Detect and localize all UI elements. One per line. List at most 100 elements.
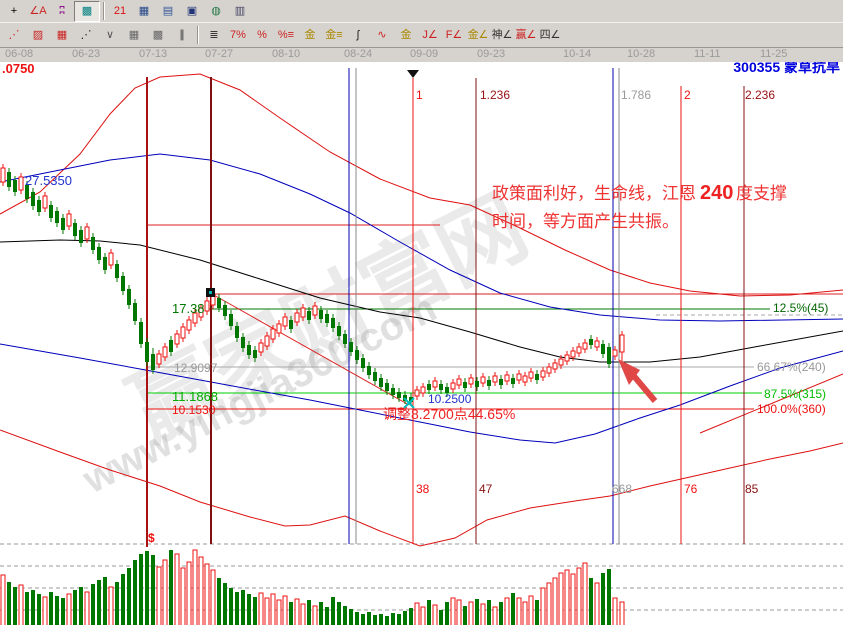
candle-body-down xyxy=(121,276,125,291)
candle-body-down xyxy=(241,337,245,348)
volume-bar-up xyxy=(205,564,209,625)
candle-body-down xyxy=(133,303,137,321)
pattern-tool-icon: ▩ xyxy=(82,6,92,17)
volume-bar-down xyxy=(139,554,143,625)
volume-bar-down xyxy=(97,580,101,625)
candle-body-down xyxy=(397,392,401,398)
crosshair-tool-button[interactable]: + xyxy=(2,2,26,21)
volume-bar-down xyxy=(427,600,431,625)
pct-label-12-5: 12.5%(45) xyxy=(773,301,828,315)
volume-bar-down xyxy=(487,600,491,625)
gold-up-tool-button[interactable]: 金 xyxy=(394,26,418,45)
percent-t-tool-button[interactable]: 7% xyxy=(226,26,250,45)
candle-body-up xyxy=(19,177,23,190)
parallel-lines-tool-button[interactable]: ∥ xyxy=(170,26,194,45)
candle-body-up xyxy=(313,306,317,315)
grid-a-tool-button[interactable]: ▦ xyxy=(122,26,146,45)
volume-bar-down xyxy=(73,590,77,625)
gold-angle-tool-button[interactable]: 金∠ xyxy=(466,26,490,45)
candle-body-up xyxy=(205,301,209,311)
speed-lines-tool-button[interactable]: ⋰ xyxy=(74,26,98,45)
ying-angle-tool-button[interactable]: 赢∠ xyxy=(514,26,538,45)
candle-body-up xyxy=(571,351,575,357)
volume-bar-up xyxy=(277,600,281,625)
candle-body-up xyxy=(271,329,275,339)
volume-bar-down xyxy=(409,608,413,625)
candle-body-up xyxy=(67,214,71,226)
pattern-tool-button[interactable]: ▩ xyxy=(74,1,100,22)
candle-body-up xyxy=(277,324,281,333)
candle-body-up xyxy=(433,381,437,387)
volume-bar-down xyxy=(133,560,137,625)
gann-fan-tool-button[interactable]: ⋰ xyxy=(2,26,26,45)
candle-body-up xyxy=(517,374,521,380)
compass-tool-button[interactable]: ∠A xyxy=(26,2,50,21)
volume-bar-up xyxy=(541,588,545,625)
volume-bar-down xyxy=(241,590,245,625)
price-label-10-1530: 10.1530 xyxy=(172,403,216,417)
volume-bar-up xyxy=(199,557,203,625)
gann-box-tool-button[interactable]: ▨ xyxy=(26,26,50,45)
candle-body-down xyxy=(343,334,347,344)
candle-body-down xyxy=(511,378,515,384)
si-angle-tool-button[interactable]: 四∠ xyxy=(538,26,562,45)
volume-bar-up xyxy=(547,583,551,625)
wave-tool-button[interactable]: ∿ xyxy=(370,26,394,45)
price-label-12-9097: 12.9097 xyxy=(174,361,218,375)
count-label-76: 76 xyxy=(684,482,698,496)
keypad-tool-button[interactable]: ▦ xyxy=(132,2,156,21)
toolbar-separator xyxy=(103,2,105,20)
candle-body-up xyxy=(283,317,287,326)
volume-bar-down xyxy=(235,592,239,625)
gold-lines-tool-button[interactable]: 金≡ xyxy=(322,26,346,45)
candle-body-up xyxy=(583,343,587,349)
volume-bar-up xyxy=(469,602,473,625)
chart-canvas[interactable]: 赢家财富网www.yingjia360.com.0750300355 蒙草抗旱1… xyxy=(0,62,843,625)
count-label-668: 668 xyxy=(612,482,632,496)
notes-tool-button[interactable]: ▤ xyxy=(156,2,180,21)
percent-lines-tool-button[interactable]: %≡ xyxy=(274,26,298,45)
percent-tool-button[interactable]: % xyxy=(250,26,274,45)
flag-tool-button[interactable]: ʭ xyxy=(50,2,74,21)
volume-bar-down xyxy=(367,612,371,625)
shen-angle-tool-button[interactable]: 神∠ xyxy=(490,26,514,45)
print-tool-button[interactable]: ▥ xyxy=(228,2,252,21)
candle-body-up xyxy=(421,387,425,393)
gann-grid-tool-icon: ▦ xyxy=(57,30,67,41)
candle-body-down xyxy=(367,366,371,375)
save-tool-button[interactable]: ▣ xyxy=(180,2,204,21)
candle-body-up xyxy=(187,320,191,330)
candle-body-up xyxy=(493,376,497,382)
calendar-21-tool-button[interactable]: 21 xyxy=(108,2,132,21)
globe-mail-tool-button[interactable]: ◍ xyxy=(204,2,228,21)
gold-up-tool-icon: 金 xyxy=(401,30,412,41)
volume-bar-down xyxy=(607,569,611,625)
candle-body-up xyxy=(559,359,563,365)
f-angle-tool-button[interactable]: F∠ xyxy=(442,26,466,45)
fib-list-tool-button[interactable]: ≣ xyxy=(202,26,226,45)
gann-fan-tool-icon: ⋰ xyxy=(9,30,20,41)
candle-body-down xyxy=(355,350,359,360)
volume-bar-down xyxy=(325,607,329,625)
fib-time-label-1-236: 1.236 xyxy=(480,88,510,102)
candle-body-down xyxy=(61,218,65,230)
gold-lines-tool-icon: 金≡ xyxy=(325,30,342,41)
volume-bar-down xyxy=(217,578,221,625)
zigzag-tool-button[interactable]: ∨ xyxy=(98,26,122,45)
fib-list-tool-icon: ≣ xyxy=(209,30,218,41)
gold-circle-tool-icon: 金 xyxy=(305,30,316,41)
date-label: 10-28 xyxy=(627,48,655,60)
candle-body-down xyxy=(361,358,365,368)
volume-bar-up xyxy=(181,568,185,625)
volume-bar-down xyxy=(445,602,449,625)
gold-circle-tool-button[interactable]: 金 xyxy=(298,26,322,45)
grid-b-tool-button[interactable]: ▩ xyxy=(146,26,170,45)
j-angle-tool-button[interactable]: J∠ xyxy=(418,26,442,45)
volume-bar-down xyxy=(25,592,29,625)
candle-body-down xyxy=(379,378,383,387)
volume-bar-up xyxy=(157,567,161,625)
date-label: 11-11 xyxy=(694,48,721,60)
brush-tool-button[interactable]: ʃ xyxy=(346,26,370,45)
gann-grid-tool-button[interactable]: ▦ xyxy=(50,26,74,45)
date-label: 06-08 xyxy=(5,48,33,60)
